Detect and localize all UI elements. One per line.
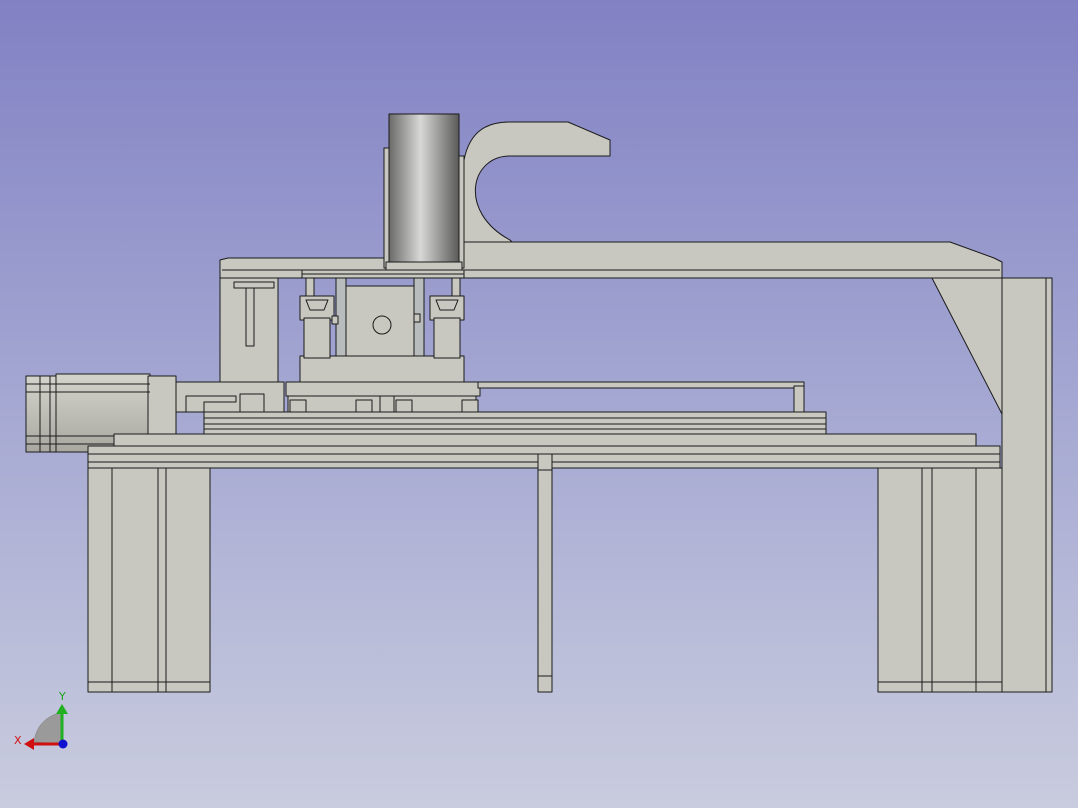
cad-model-view[interactable]: Y X: [0, 0, 1078, 808]
y-axis-arrowhead: [56, 704, 68, 714]
axis-plane-icon: [33, 711, 63, 745]
x-axis-arrowhead: [24, 738, 34, 750]
gantry-top-beam: [219, 121, 1003, 279]
z-carriage: [299, 269, 465, 383]
drum-roller: [383, 113, 465, 271]
table-leg-right: [877, 467, 1003, 693]
table-leg-left: [87, 467, 211, 693]
z-axis-dot: [58, 739, 68, 749]
3d-viewport[interactable]: Y X: [0, 0, 1078, 808]
table-leg-middle: [537, 453, 553, 693]
y-axis-label: Y: [58, 690, 66, 703]
axis-indicator: Y X: [14, 690, 68, 750]
x-axis-label: X: [14, 734, 22, 747]
left-vertical-plate: [219, 277, 279, 385]
